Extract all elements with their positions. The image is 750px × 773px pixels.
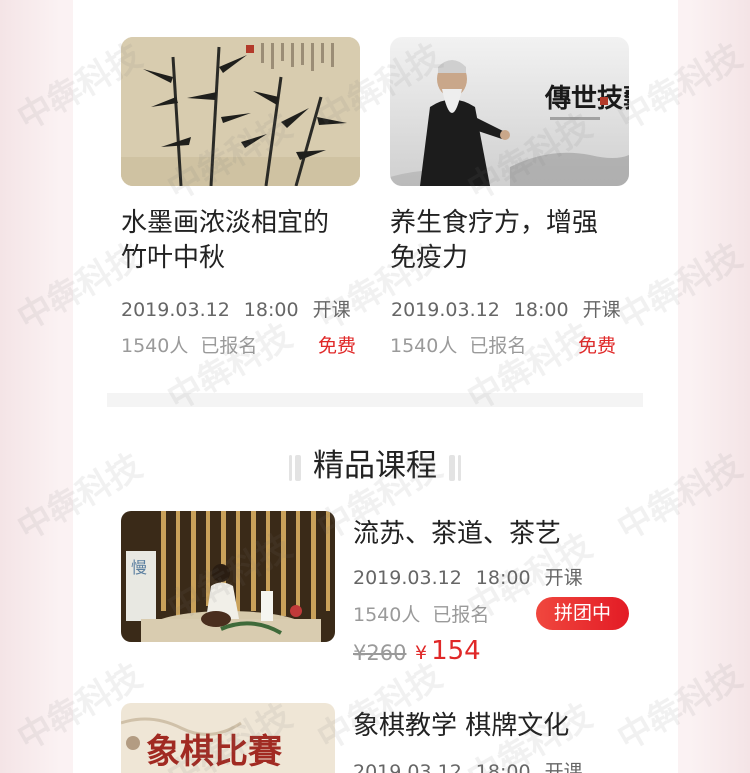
course-title[interactable]: 象棋教学 棋牌文化: [353, 705, 569, 742]
section-title: 精品课程: [0, 440, 750, 485]
title-decoration-right: [449, 454, 455, 481]
free-price-tag: 免费: [578, 335, 617, 357]
tea-sign-text: 慢: [131, 558, 147, 577]
course-thumbnail-chess[interactable]: 象棋比賽: [121, 703, 335, 773]
title-decoration-right: [458, 454, 461, 481]
group-buy-badge[interactable]: 拼团中: [536, 597, 629, 630]
free-price-tag: 免费: [318, 335, 357, 357]
course-title[interactable]: 养生食疗方，增强 免疫力: [390, 206, 598, 276]
calligraphy-title-text: 傳世技藝: [544, 84, 629, 114]
course-thumbnail-bamboo[interactable]: [121, 37, 360, 186]
enrollment-count: 1540人 已报名: [390, 335, 527, 357]
course-thumbnail-taichi[interactable]: 傳世技藝: [390, 37, 629, 186]
original-price: ¥260: [353, 641, 407, 665]
course-title[interactable]: 流苏、茶道、茶艺: [353, 513, 561, 550]
title-decoration-left: [295, 454, 301, 481]
course-schedule: 2019.03.12 18:00 开课: [353, 567, 583, 589]
currency-symbol: ¥: [415, 642, 428, 664]
title-decoration-left: [289, 454, 292, 481]
sale-price: ¥154: [415, 636, 481, 666]
bamboo-painting-image: [121, 37, 360, 186]
taichi-master-image: 傳世技藝: [390, 37, 629, 186]
course-schedule: 2019.03.12 18:00 开课: [353, 761, 583, 773]
course-title[interactable]: 水墨画浓淡相宜的 竹叶中秋: [121, 206, 329, 276]
enrollment-count: 1540人 已报名: [121, 335, 258, 357]
course-schedule: 2019.03.12 18:00 开课: [121, 299, 351, 321]
enrollment-count: 1540人 已报名: [353, 604, 490, 626]
tea-ceremony-image: 慢: [121, 511, 335, 642]
chess-competition-image: 象棋比賽: [121, 703, 335, 773]
section-divider: [107, 393, 643, 407]
course-thumbnail-tea[interactable]: 慢: [121, 511, 335, 642]
chess-calligraphy-text: 象棋比賽: [146, 732, 282, 772]
course-schedule: 2019.03.12 18:00 开课: [391, 299, 621, 321]
